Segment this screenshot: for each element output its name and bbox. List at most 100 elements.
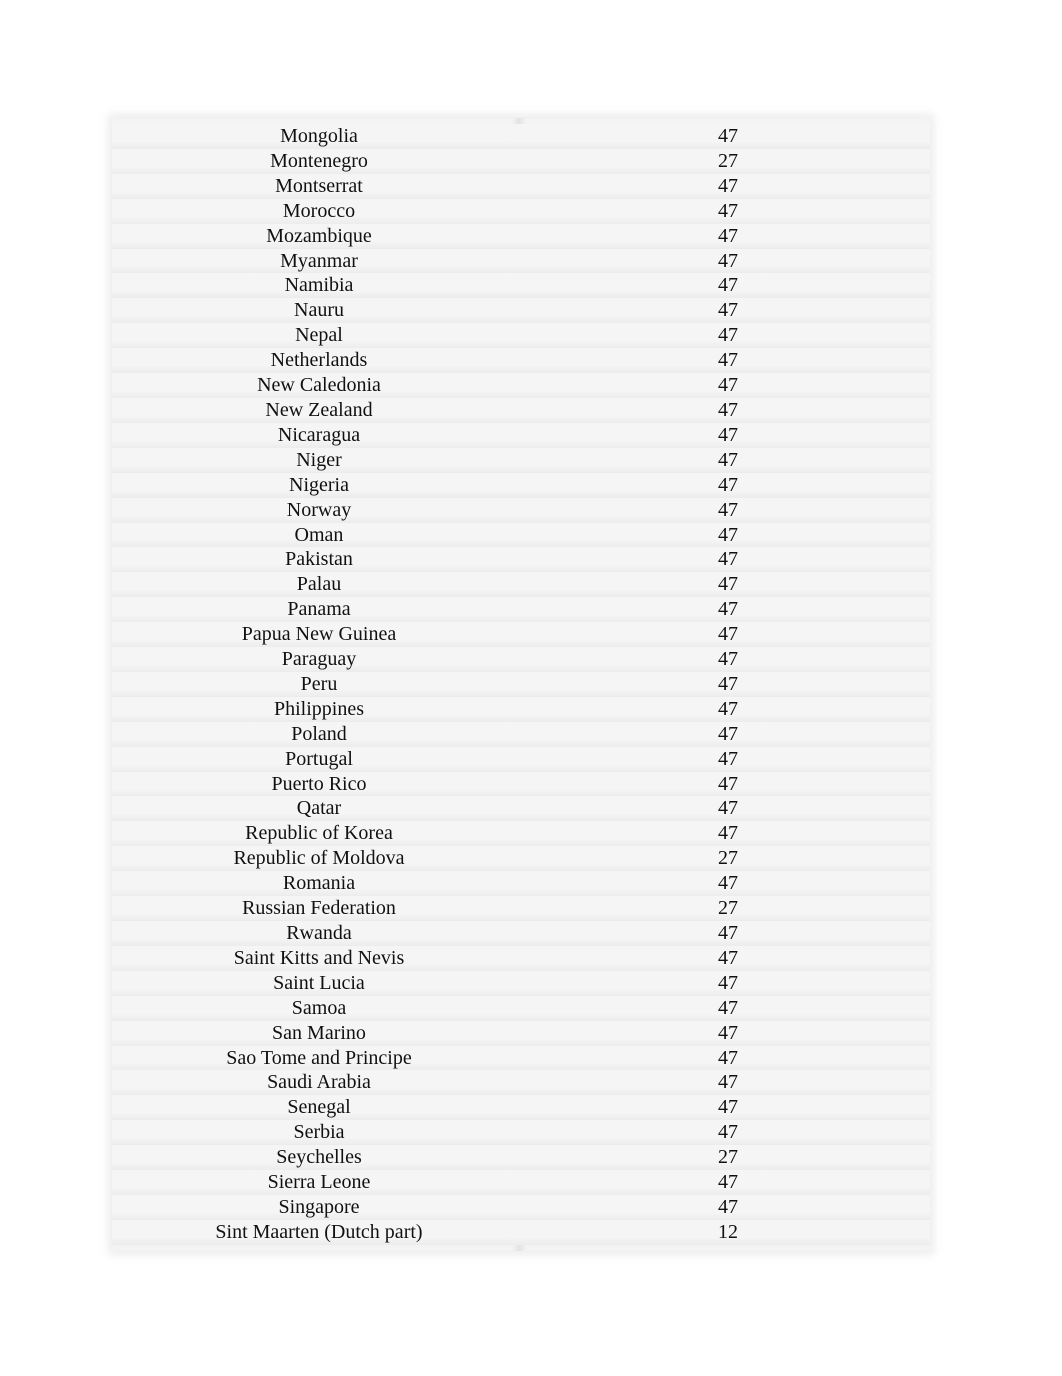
country-cell: Portugal [112, 746, 526, 772]
country-cell: Rwanda [112, 921, 526, 946]
country-cell: Samoa [112, 995, 526, 1021]
table-row: Sao Tome and Principe 47 [112, 1045, 930, 1071]
country-cell: Oman [112, 522, 526, 548]
country-cell: Montserrat [112, 173, 526, 199]
table-row: Singapore 47 [112, 1194, 930, 1220]
value-cell: 47 [526, 597, 930, 623]
value-cell: 47 [526, 647, 930, 672]
table-row: Republic of Korea 47 [112, 821, 930, 847]
table-row: Oman 47 [112, 522, 930, 548]
country-cell: San Marino [112, 1020, 526, 1046]
value-cell: 47 [526, 1045, 930, 1071]
value-cell: 47 [526, 995, 930, 1021]
country-cell: Montenegro [112, 148, 526, 174]
value-cell: 47 [526, 223, 930, 249]
value-cell: 47 [526, 945, 930, 971]
country-cell: Seychelles [112, 1145, 526, 1171]
value-cell: 47 [526, 1095, 930, 1121]
table-row: Romania 47 [112, 871, 930, 897]
value-cell: 47 [526, 422, 930, 448]
value-cell: 47 [526, 472, 930, 498]
country-cell: Panama [112, 597, 526, 623]
value-cell: 27 [526, 846, 930, 872]
value-cell: 47 [526, 671, 930, 697]
country-cell: Mongolia [112, 124, 526, 149]
table-row: Philippines 47 [112, 696, 930, 722]
value-cell: 27 [526, 1145, 930, 1171]
table-row: Norway 47 [112, 497, 930, 523]
value-cell: 47 [526, 124, 930, 149]
table-row: Paraguay 47 [112, 647, 930, 672]
value-cell: 47 [526, 447, 930, 473]
value-cell: 47 [526, 1020, 930, 1046]
country-cell: Philippines [112, 696, 526, 722]
country-cell: Namibia [112, 273, 526, 299]
table-row: Saint Lucia 47 [112, 970, 930, 996]
table-row: Sint Maarten (Dutch part) 12 [112, 1219, 930, 1245]
table-row: Puerto Rico 47 [112, 771, 930, 797]
table-row: Portugal 47 [112, 746, 930, 772]
table-row: Nepal 47 [112, 323, 930, 349]
table-row: Saudi Arabia 47 [112, 1070, 930, 1096]
table-row: Papua New Guinea 47 [112, 622, 930, 648]
value-cell: 47 [526, 1170, 930, 1195]
country-cell: Romania [112, 871, 526, 897]
country-cell: Mozambique [112, 223, 526, 249]
table-row: Senegal 47 [112, 1095, 930, 1121]
table-row: Morocco 47 [112, 198, 930, 224]
table-row: Mozambique 47 [112, 223, 930, 249]
value-cell: 47 [526, 721, 930, 747]
table-row: Netherlands 47 [112, 348, 930, 374]
country-cell: Myanmar [112, 248, 526, 274]
value-cell: 47 [526, 572, 930, 598]
country-cell: Nepal [112, 323, 526, 349]
value-cell: 47 [526, 273, 930, 299]
table-row: Nigeria 47 [112, 472, 930, 498]
country-cell: Sint Maarten (Dutch part) [112, 1219, 526, 1245]
value-cell: 47 [526, 871, 930, 897]
value-cell: 47 [526, 397, 930, 423]
table-row: Saint Kitts and Nevis 47 [112, 945, 930, 971]
country-cell: Pakistan [112, 547, 526, 573]
table-row: Montenegro 27 [112, 148, 930, 174]
country-table-container: Mongolia 47 Montenegro 27 Montserrat 47 Morocc… [112, 118, 930, 1251]
country-cell: Republic of Korea [112, 821, 526, 847]
table-row: San Marino 47 [112, 1020, 930, 1046]
table-row: Qatar 47 [112, 796, 930, 822]
value-cell: 47 [526, 746, 930, 772]
value-cell: 27 [526, 148, 930, 174]
country-cell: Senegal [112, 1095, 526, 1121]
value-cell: 47 [526, 622, 930, 648]
value-cell: 47 [526, 348, 930, 374]
value-cell: 47 [526, 771, 930, 797]
value-cell: 47 [526, 248, 930, 274]
value-cell: 47 [526, 173, 930, 199]
table-row: Samoa 47 [112, 995, 930, 1021]
value-cell: 47 [526, 1120, 930, 1146]
table-row: Namibia 47 [112, 273, 930, 299]
country-cell: Nicaragua [112, 422, 526, 448]
value-cell: 47 [526, 323, 930, 349]
table-body: Mongolia 47 Montenegro 27 Montserrat 47 Morocc… [112, 124, 930, 1245]
country-cell: Saudi Arabia [112, 1070, 526, 1096]
country-cell: Russian Federation [112, 896, 526, 921]
value-cell: 27 [526, 896, 930, 921]
value-cell: 47 [526, 198, 930, 224]
table-row: Nauru 47 [112, 298, 930, 324]
table-row: Myanmar 47 [112, 248, 930, 274]
table-row: New Zealand 47 [112, 397, 930, 423]
table-row: Panama 47 [112, 597, 930, 623]
country-cell: Nigeria [112, 472, 526, 498]
country-cell: Qatar [112, 796, 526, 822]
value-cell: 47 [526, 821, 930, 847]
value-cell: 47 [526, 970, 930, 996]
table-row: Niger 47 [112, 447, 930, 473]
table-row: Pakistan 47 [112, 547, 930, 573]
table-row: Russian Federation 27 [112, 896, 930, 921]
table-row: Sierra Leone 47 [112, 1170, 930, 1195]
country-cell: New Caledonia [112, 373, 526, 398]
value-cell: 47 [526, 522, 930, 548]
country-cell: Paraguay [112, 647, 526, 672]
value-cell: 47 [526, 796, 930, 822]
table-row: Mongolia 47 [112, 124, 930, 149]
